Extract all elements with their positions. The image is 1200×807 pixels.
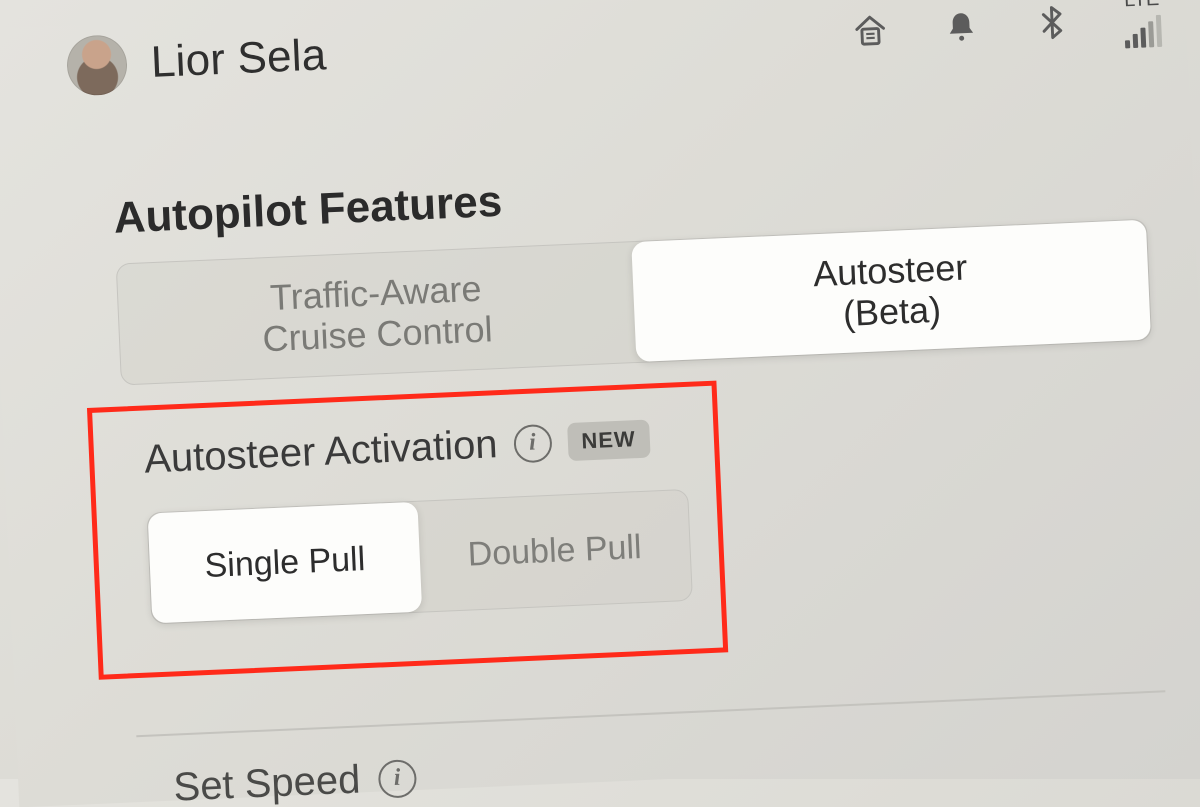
set-speed-label: Set Speed bbox=[173, 758, 362, 807]
bluetooth-icon[interactable] bbox=[1028, 0, 1076, 46]
signal-label: LTE bbox=[1124, 0, 1160, 12]
option-label: Autosteer (Beta) bbox=[812, 246, 970, 335]
divider bbox=[136, 690, 1165, 737]
avatar[interactable] bbox=[66, 34, 129, 97]
option-label: Traffic-Aware Cruise Control bbox=[260, 267, 493, 360]
option-single-pull[interactable]: Single Pull bbox=[148, 502, 423, 624]
cellular-signal-icon: LTE bbox=[1123, 0, 1163, 48]
option-label: Single Pull bbox=[204, 540, 366, 586]
info-icon[interactable]: i bbox=[377, 759, 417, 799]
bell-icon[interactable] bbox=[937, 2, 985, 50]
info-icon[interactable]: i bbox=[513, 423, 553, 463]
user-name[interactable]: Lior Sela bbox=[150, 30, 327, 88]
section-title-autopilot-features: Autopilot Features bbox=[113, 177, 503, 244]
option-double-pull[interactable]: Double Pull bbox=[417, 490, 692, 612]
new-badge: NEW bbox=[567, 419, 651, 461]
option-autosteer-beta[interactable]: Autosteer (Beta) bbox=[631, 220, 1151, 362]
autosteer-activation-segmented-control: Single Pull Double Pull bbox=[147, 489, 693, 625]
option-label: Double Pull bbox=[467, 528, 642, 575]
option-traffic-aware-cruise-control[interactable]: Traffic-Aware Cruise Control bbox=[117, 242, 637, 384]
autopilot-mode-segmented-control: Traffic-Aware Cruise Control Autosteer (… bbox=[116, 219, 1152, 386]
homelink-icon[interactable] bbox=[846, 6, 894, 54]
